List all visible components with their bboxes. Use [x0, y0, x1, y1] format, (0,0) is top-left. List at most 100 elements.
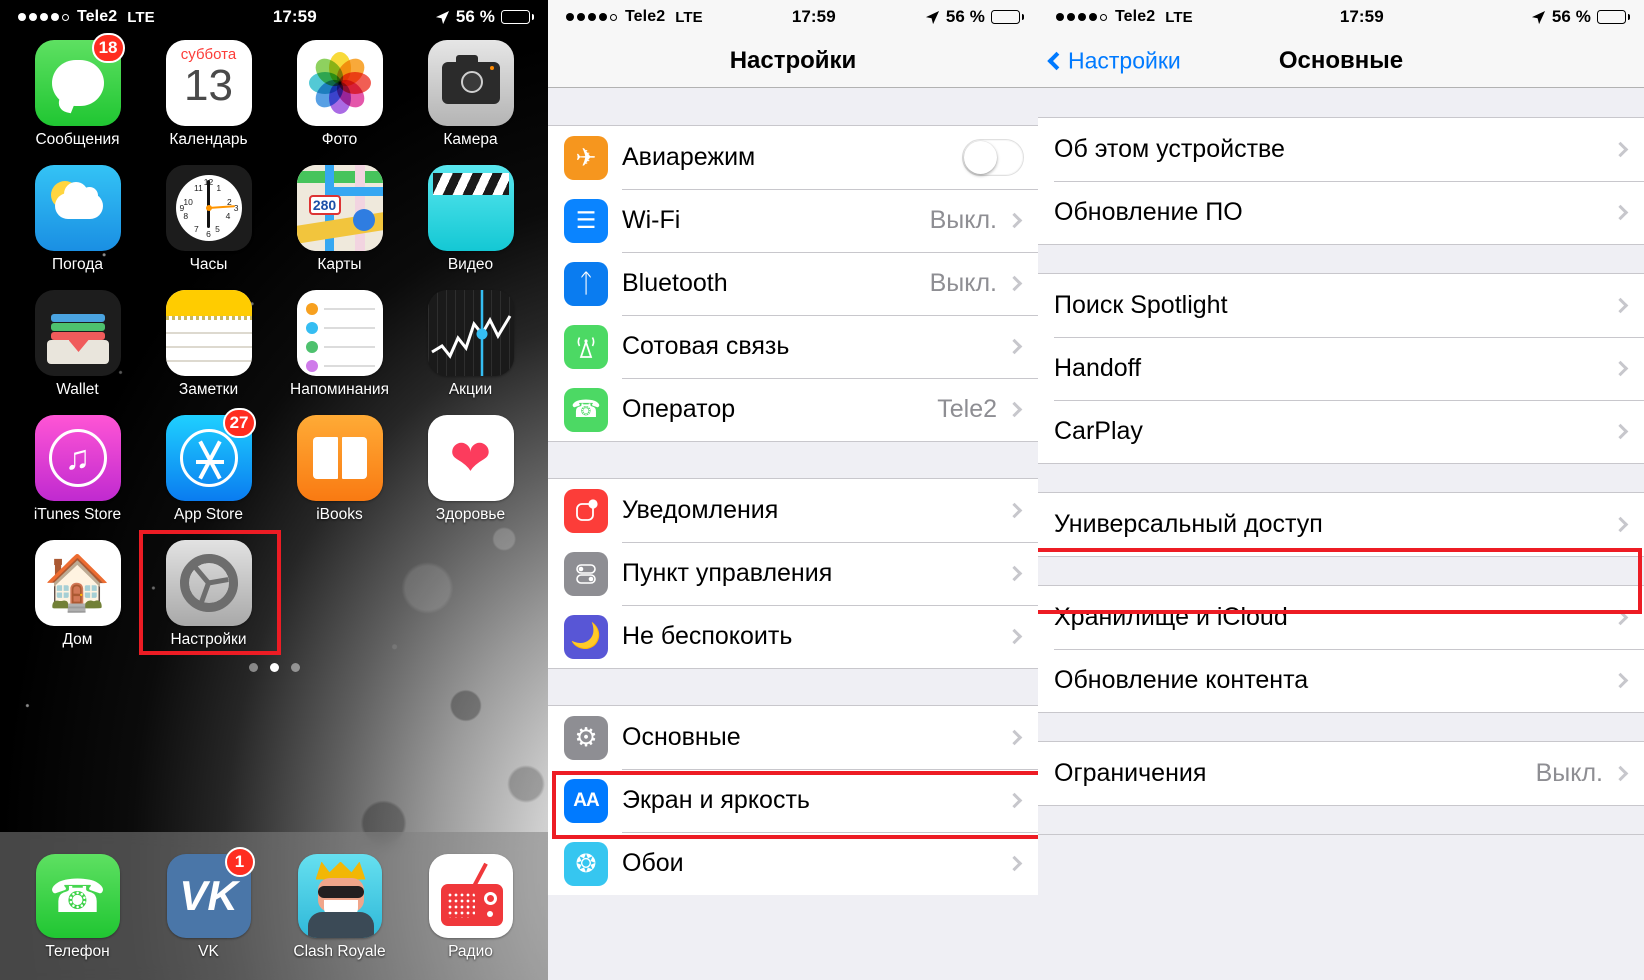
app-label: Часы [189, 256, 228, 273]
row-label: Handoff [1054, 354, 1142, 382]
app-maps[interactable]: 280 Карты [274, 165, 405, 274]
status-bar-clock: 17:59 [791, 7, 836, 26]
app-settings[interactable]: Настройки [143, 540, 274, 649]
row-label: Уведомления [622, 496, 779, 524]
general-settings-screen: Tele2 LTE 17:59 56 % Настройки Основные [1038, 0, 1644, 980]
airplane-mode-toggle[interactable] [962, 139, 1024, 176]
itunes-store-icon: ♫ [34, 415, 121, 501]
app-label: Clash Royale [293, 942, 386, 960]
row-label: Обои [622, 849, 684, 877]
clock-icon: 12 3 6 9 1 2 4 5 7 8 10 11 [165, 165, 252, 251]
signal-strength-icon [18, 13, 69, 21]
settings-row-do-not-disturb[interactable]: 🌙 Не беспокоить [548, 605, 1038, 668]
row-label: Авиарежим [622, 143, 756, 171]
control-center-icon [564, 551, 608, 596]
app-health[interactable]: ❤ Здоровье [405, 415, 536, 524]
page-title: Основные [1278, 46, 1404, 74]
row-label: Основные [622, 723, 741, 751]
group-spacer [1038, 88, 1644, 118]
messages-badge: 18 [91, 33, 125, 63]
settings-row-bluetooth[interactable]: ᛏ Bluetooth Выкл. [548, 252, 1038, 315]
home-dock: ☎ Телефон VK 1 VK Clash Royale Радио [0, 832, 548, 980]
settings-row-control-center[interactable]: Пункт управления [548, 542, 1038, 605]
app-label: Заметки [178, 381, 239, 398]
settings-row-airplane-mode[interactable]: ✈ Авиарежим [548, 126, 1038, 189]
settings-row-carrier[interactable]: ☎ Оператор Tele2 [548, 378, 1038, 441]
maps-icon: 280 [296, 165, 383, 251]
status-bar-clock: 17:59 [272, 7, 317, 26]
app-camera[interactable]: Камера [405, 40, 536, 149]
page-indicator-dots[interactable] [0, 663, 548, 672]
app-label: Настройки [170, 631, 247, 648]
app-reminders[interactable]: Напоминания [274, 290, 405, 399]
app-notes[interactable]: Заметки [143, 290, 274, 399]
app-stocks[interactable]: Акции [405, 290, 536, 399]
dock-app-vk[interactable]: VK 1 VK [143, 846, 274, 961]
vk-badge: 1 [224, 846, 255, 877]
battery-icon [991, 10, 1024, 24]
general-row-software-update[interactable]: Обновление ПО [1038, 181, 1644, 244]
general-row-carplay[interactable]: CarPlay [1038, 400, 1644, 463]
app-ibooks[interactable]: iBooks [274, 415, 405, 524]
group-spacer [1038, 805, 1644, 835]
app-clock[interactable]: 12 3 6 9 1 2 4 5 7 8 10 11 [143, 165, 274, 274]
app-store-badge: 27 [222, 408, 256, 438]
app-home[interactable]: 🏠 Дом [12, 540, 143, 649]
settings-row-general[interactable]: ⚙ Основные [548, 706, 1038, 769]
row-label: Bluetooth [622, 269, 728, 297]
photos-icon [296, 40, 383, 126]
app-wallet[interactable]: Wallet [12, 290, 143, 399]
general-row-spotlight[interactable]: Поиск Spotlight [1038, 274, 1644, 337]
signal-strength-icon [566, 13, 617, 21]
dock-app-clash-royale[interactable]: Clash Royale [274, 853, 405, 961]
phone-icon: ☎ [35, 853, 120, 938]
group-spacer [1038, 463, 1644, 493]
camera-icon [427, 40, 514, 126]
app-weather[interactable]: Погода [12, 165, 143, 274]
chevron-right-icon [1006, 401, 1023, 418]
back-button[interactable]: Настройки [1047, 47, 1181, 74]
general-gear-icon: ⚙ [564, 715, 608, 760]
chevron-right-icon [1612, 423, 1629, 440]
app-calendar[interactable]: суббота 13 Календарь [143, 40, 274, 149]
app-app-store[interactable]: 27 App Store [143, 408, 274, 524]
general-group-storage: Хранилище и iCloud Обновление контента [1038, 586, 1644, 712]
dock-app-radio[interactable]: Радио [405, 853, 536, 961]
general-row-about[interactable]: Об этом устройстве [1038, 118, 1644, 181]
settings-row-wifi[interactable]: ☰ Wi-Fi Выкл. [548, 189, 1038, 252]
notifications-icon [564, 488, 608, 533]
chevron-right-icon [1612, 672, 1629, 689]
app-label: Напоминания [290, 381, 389, 398]
battery-percent-label: 56 % [1551, 7, 1591, 26]
health-icon: ❤ [427, 415, 514, 501]
app-empty-2 [405, 540, 536, 649]
chevron-right-icon [1612, 609, 1629, 626]
general-row-accessibility[interactable]: Универсальный доступ [1038, 493, 1644, 556]
videos-icon [427, 165, 514, 251]
general-row-restrictions[interactable]: Ограничения Выкл. [1038, 742, 1644, 805]
general-row-storage-icloud[interactable]: Хранилище и iCloud [1038, 586, 1644, 649]
app-photos[interactable]: Фото [274, 40, 405, 149]
calendar-day-number: 13 [184, 61, 233, 110]
chevron-right-icon [1006, 338, 1023, 355]
signal-strength-icon [1056, 13, 1107, 21]
settings-row-wallpaper[interactable]: ❂ Обои [548, 832, 1038, 895]
settings-row-notifications[interactable]: Уведомления [548, 479, 1038, 542]
settings-row-cellular[interactable]: Сотовая связь [548, 315, 1038, 378]
back-button-label: Настройки [1068, 47, 1181, 73]
settings-row-display-brightness[interactable]: AA Экран и яркость [548, 769, 1038, 832]
app-messages[interactable]: 18 Сообщения [12, 33, 143, 149]
general-row-handoff[interactable]: Handoff [1038, 337, 1644, 400]
general-group-restrictions: Ограничения Выкл. [1038, 742, 1644, 805]
settings-group-general: ⚙ Основные AA Экран и яркость ❂ Обои [548, 706, 1038, 895]
app-label: Дом [62, 631, 93, 648]
ibooks-icon [296, 415, 383, 501]
general-row-background-refresh[interactable]: Обновление контента [1038, 649, 1644, 712]
carrier-label: Tele2 [1115, 8, 1156, 25]
dock-app-phone[interactable]: ☎ Телефон [12, 853, 143, 961]
status-bar-right: 56 % [925, 7, 1024, 27]
app-videos[interactable]: Видео [405, 165, 536, 274]
app-itunes-store[interactable]: ♫ iTunes Store [12, 415, 143, 524]
app-label: Погода [51, 256, 104, 273]
row-value: Выкл. [1535, 759, 1603, 787]
